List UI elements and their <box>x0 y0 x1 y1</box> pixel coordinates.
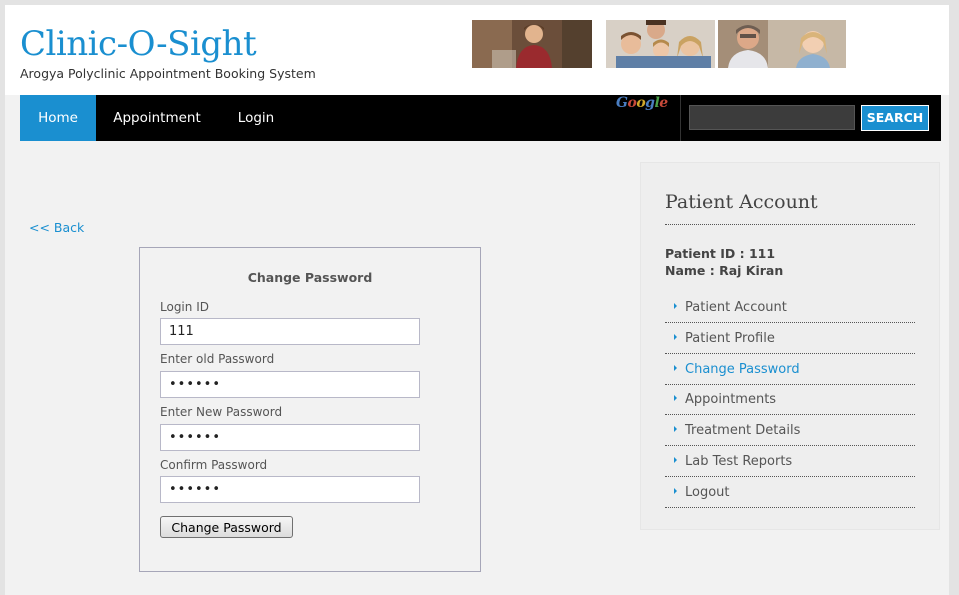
sidebar-item-label: Patient Account <box>685 300 787 315</box>
item-divider <box>665 445 915 446</box>
back-link[interactable]: << Back <box>29 220 84 235</box>
nav-home[interactable]: Home <box>20 95 96 141</box>
sidebar-item-logout[interactable]: Logout <box>665 478 915 508</box>
change-password-button[interactable]: Change Password <box>160 516 293 538</box>
sidebar-divider <box>665 224 915 225</box>
bullet-icon <box>674 395 677 401</box>
new-password-label: Enter New Password <box>160 405 283 419</box>
nav-divider <box>680 95 681 141</box>
nurse-photo <box>472 20 592 68</box>
sidebar-item-change-password[interactable]: Change Password <box>665 355 915 385</box>
sidebar-item-treatment-details[interactable]: Treatment Details <box>665 416 915 446</box>
child-dentist-photo <box>718 20 846 68</box>
bullet-icon <box>674 365 677 371</box>
login-id-field[interactable] <box>160 318 420 345</box>
item-divider <box>665 476 915 477</box>
family-photo <box>606 20 715 68</box>
patient-account-sidebar: Patient Account Patient ID : 111 Name : … <box>640 162 940 530</box>
page: Clinic-O-Sight Arogya Polyclinic Appoint… <box>5 5 949 595</box>
site-subtitle: Arogya Polyclinic Appointment Booking Sy… <box>20 66 316 81</box>
bullet-icon <box>674 457 677 463</box>
sidebar-title: Patient Account <box>665 191 818 213</box>
sidebar-item-label: Patient Profile <box>685 331 775 346</box>
old-password-field[interactable] <box>160 371 420 398</box>
sidebar-item-label: Treatment Details <box>685 423 801 438</box>
item-divider <box>665 353 915 354</box>
sidebar-item-label: Change Password <box>685 362 800 377</box>
bullet-icon <box>674 488 677 494</box>
bullet-icon <box>674 334 677 340</box>
old-password-label: Enter old Password <box>160 352 275 366</box>
bullet-icon <box>674 426 677 432</box>
nav-appointment[interactable]: Appointment <box>103 95 211 141</box>
search-input[interactable] <box>689 105 855 130</box>
site-title[interactable]: Clinic-O-Sight <box>20 24 257 64</box>
sidebar-item-label: Appointments <box>685 392 777 407</box>
new-password-field[interactable] <box>160 424 420 451</box>
sidebar-item-patient-account[interactable]: Patient Account <box>665 293 915 323</box>
search-button[interactable]: SEARCH <box>861 105 929 131</box>
sidebar-item-label: Lab Test Reports <box>685 454 793 469</box>
item-divider <box>665 322 915 323</box>
header: Clinic-O-Sight Arogya Polyclinic Appoint… <box>5 5 949 95</box>
sidebar-item-lab-test-reports[interactable]: Lab Test Reports <box>665 447 915 477</box>
patient-name: Name : Raj Kiran <box>665 263 784 278</box>
form-title: Change Password <box>247 270 373 285</box>
sidebar-item-appointments[interactable]: Appointments <box>665 385 915 415</box>
item-divider <box>665 507 915 508</box>
change-password-form: Change Password Login ID Enter old Passw… <box>139 247 481 572</box>
sidebar-item-label: Logout <box>685 485 730 500</box>
main-navbar: Home Appointment Login Google SEARCH <box>20 95 941 141</box>
google-logo: Google <box>616 95 668 111</box>
patient-id: Patient ID : 111 <box>665 246 776 261</box>
nav-login[interactable]: Login <box>224 95 288 141</box>
confirm-password-label: Confirm Password <box>160 458 268 472</box>
sidebar-item-patient-profile[interactable]: Patient Profile <box>665 324 915 354</box>
confirm-password-field[interactable] <box>160 476 420 503</box>
login-id-label: Login ID <box>160 300 209 314</box>
bullet-icon <box>674 303 677 309</box>
item-divider <box>665 414 915 415</box>
